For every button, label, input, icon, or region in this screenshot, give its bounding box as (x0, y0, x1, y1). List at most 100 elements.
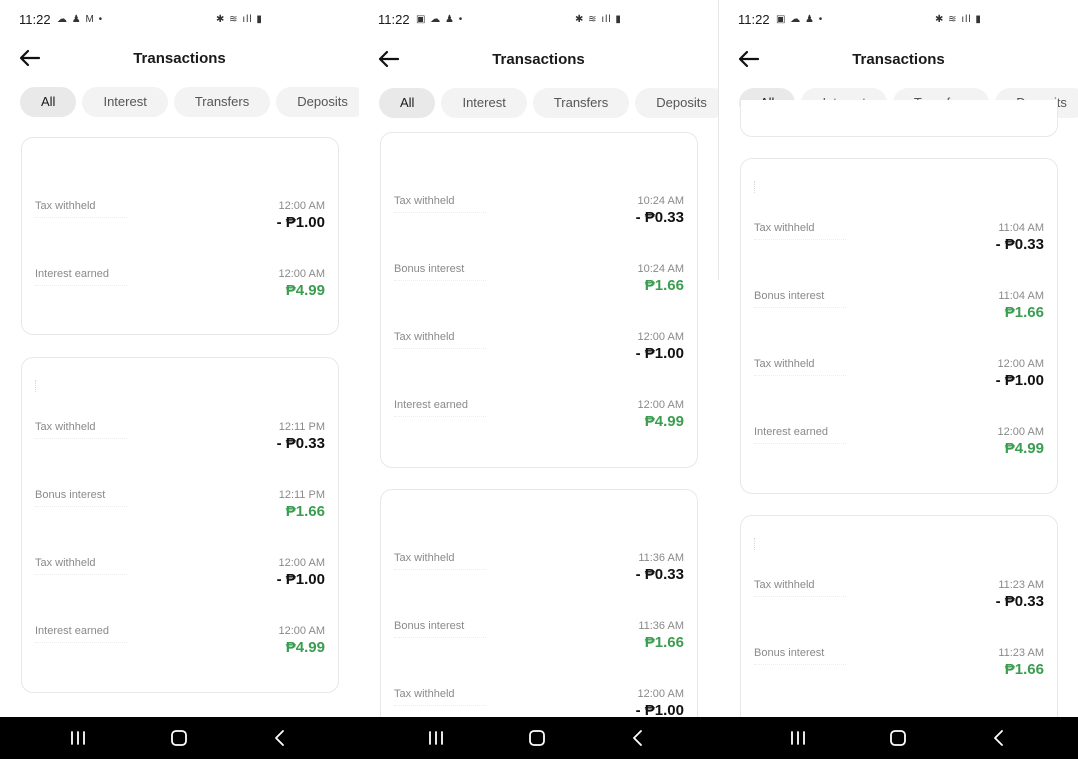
transaction-amount: ₱4.99 (1004, 440, 1044, 457)
transaction-row[interactable]: Bonus interest 11:04 AM ₱1.66 (754, 290, 1044, 338)
transaction-row[interactable]: Tax withheld 10:24 AM - ₱0.33 (394, 195, 684, 243)
transaction-label: Interest earned (394, 399, 468, 411)
notification-icons: ▣ ☁ ♟ • (776, 14, 824, 25)
transaction-row[interactable]: Tax withheld 12:00 AM - ₱1.00 (35, 200, 325, 248)
transaction-subtext (394, 569, 486, 570)
nav-back-button[interactable] (268, 727, 292, 749)
nav-back-button[interactable] (987, 727, 1011, 749)
filter-tab-deposits[interactable]: Deposits (635, 88, 718, 118)
page-title: Transactions (852, 51, 945, 68)
transaction-time: 12:00 AM (997, 358, 1044, 370)
filter-tab-all[interactable]: All (379, 88, 436, 118)
transaction-label: Bonus interest (754, 647, 825, 659)
transaction-time: 12:00 AM (997, 426, 1044, 438)
transaction-subtext (394, 705, 486, 706)
transaction-label: Interest earned (35, 268, 109, 280)
transaction-group-card: Tax withheld 10:24 AM - ₱0.33 Bonus inte… (380, 132, 698, 468)
transaction-time: 12:00 AM (637, 399, 684, 411)
transaction-subtext (754, 307, 846, 308)
transaction-label: Tax withheld (394, 331, 455, 343)
transaction-time: 10:24 AM (637, 263, 684, 275)
transaction-row[interactable]: Interest earned 12:00 AM ₱4.99 (35, 625, 325, 673)
transaction-amount: - ₱1.00 (635, 702, 684, 717)
transaction-row[interactable]: Interest earned 12:00 AM ₱4.99 (394, 399, 684, 447)
transaction-amount: - ₱0.33 (635, 566, 684, 583)
transaction-subtext (394, 212, 486, 213)
transaction-subtext (35, 642, 127, 643)
transaction-time: 11:04 AM (998, 222, 1044, 234)
transaction-row[interactable]: Tax withheld 12:11 PM - ₱0.33 (35, 421, 325, 469)
transaction-row[interactable]: Tax withheld 11:36 AM - ₱0.33 (394, 552, 684, 600)
home-button[interactable] (167, 727, 191, 749)
nav-back-icon (275, 730, 284, 746)
transaction-time: 12:00 AM (637, 331, 684, 343)
transaction-time: 12:00 AM (278, 268, 325, 280)
transaction-label: Bonus interest (754, 290, 825, 302)
transaction-group-card (740, 100, 1058, 137)
transaction-row[interactable]: Tax withheld 12:00 AM - ₱1.00 (394, 331, 684, 379)
transaction-time: 11:23 AM (998, 579, 1044, 591)
transaction-subtext (754, 664, 846, 665)
nav-back-icon (994, 730, 1003, 746)
transaction-row[interactable]: Interest earned 12:00 AM ₱4.99 (754, 426, 1044, 474)
transaction-subtext (754, 375, 846, 376)
transaction-amount: ₱4.99 (644, 413, 684, 430)
transaction-row[interactable]: Tax withheld 12:00 AM - ₱1.00 (35, 557, 325, 605)
transaction-row[interactable]: Bonus interest 10:24 AM ₱1.66 (394, 263, 684, 311)
system-navigation-bar (0, 717, 1078, 759)
home-button[interactable] (525, 727, 549, 749)
header: Transactions (0, 44, 359, 76)
transaction-subtext (35, 574, 127, 575)
transaction-label: Interest earned (754, 426, 828, 438)
home-button[interactable] (886, 727, 910, 749)
screen-2: 11:22 ▣ ☁ ♟ • ✱ ≋ ıll ▮ Transactions All… (359, 0, 718, 717)
filter-tab-transfers[interactable]: Transfers (532, 88, 630, 118)
transaction-amount: - ₱1.00 (995, 372, 1044, 389)
transaction-label: Tax withheld (394, 552, 455, 564)
page-title: Transactions (133, 50, 226, 67)
transaction-label: Bonus interest (394, 620, 465, 632)
home-icon (890, 730, 906, 746)
recents-button[interactable] (66, 727, 90, 749)
transaction-subtext (35, 506, 127, 507)
transaction-label: Tax withheld (754, 579, 815, 591)
transaction-label: Tax withheld (394, 688, 455, 700)
transaction-row[interactable]: Interest earned 12:00 AM ₱4.99 (35, 268, 325, 316)
filter-tab-interest[interactable]: Interest (441, 88, 527, 118)
transaction-time: 12:00 AM (278, 557, 325, 569)
status-bar: 11:22 ☁ ♟ M • ✱ ≋ ıll ▮ (0, 0, 359, 42)
transaction-label: Tax withheld (35, 421, 96, 433)
date-header-placeholder (35, 380, 38, 392)
transaction-row[interactable]: Tax withheld 11:23 AM - ₱0.33 (754, 579, 1044, 627)
transaction-amount: ₱1.66 (1004, 661, 1044, 678)
transaction-amount: - ₱0.33 (995, 593, 1044, 610)
recents-button[interactable] (424, 727, 448, 749)
transaction-amount: ₱4.99 (285, 639, 325, 656)
filter-tab-all[interactable]: All (20, 87, 77, 117)
filter-tab-transfers[interactable]: Transfers (173, 87, 271, 117)
transaction-subtext (754, 443, 846, 444)
filter-tab-deposits[interactable]: Deposits (276, 87, 359, 117)
transaction-amount: - ₱0.33 (276, 435, 325, 452)
transaction-row[interactable]: Bonus interest 11:36 AM ₱1.66 (394, 620, 684, 668)
transaction-row[interactable]: Tax withheld 11:04 AM - ₱0.33 (754, 222, 1044, 270)
system-status-icons: ✱ ≋ ıll ▮ (216, 14, 263, 25)
screen-1: 11:22 ☁ ♟ M • ✱ ≋ ıll ▮ Transactions All… (0, 0, 359, 717)
transaction-subtext (754, 239, 846, 240)
transaction-amount: - ₱1.00 (276, 214, 325, 231)
transaction-row[interactable]: Bonus interest 12:11 PM ₱1.66 (35, 489, 325, 537)
recents-icon (791, 731, 805, 745)
nav-back-button[interactable] (626, 727, 650, 749)
transaction-row[interactable]: Bonus interest 11:23 AM ₱1.66 (754, 647, 1044, 695)
transaction-time: 10:24 AM (637, 195, 684, 207)
transaction-row[interactable]: Tax withheld 12:00 AM - ₱1.00 (754, 358, 1044, 406)
transaction-label: Bonus interest (35, 489, 106, 501)
transaction-label: Tax withheld (754, 222, 815, 234)
header: Transactions (719, 45, 1078, 77)
status-time: 11:22 (378, 12, 410, 27)
recents-button[interactable] (786, 727, 810, 749)
date-header-placeholder (754, 181, 757, 193)
transaction-row[interactable]: Tax withheld 12:00 AM - ₱1.00 (394, 688, 684, 717)
transaction-group-card: Tax withheld 12:00 AM - ₱1.00 Interest e… (21, 137, 339, 335)
filter-tab-interest[interactable]: Interest (82, 87, 168, 117)
